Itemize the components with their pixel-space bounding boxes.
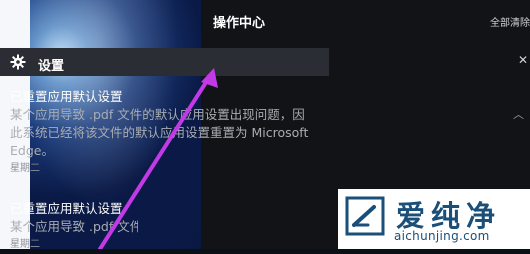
watermark-mark-icon xyxy=(345,196,385,236)
notification-time: 星期二 xyxy=(10,163,40,174)
clear-all-link[interactable]: 全部清除 xyxy=(490,14,530,29)
notification-item[interactable]: 已重置应用默认设置 某个应用导致 .pdf 文件 星期二 xyxy=(10,200,310,254)
close-icon[interactable]: ✕ xyxy=(518,53,528,67)
group-title: 设置 xyxy=(38,59,65,74)
notification-item[interactable]: 已重置应用默认设置 某个应用导致 .pdf 文件的默认应用设置出现问题，因此系统… xyxy=(10,88,310,178)
action-center-title: 操作中心 xyxy=(213,16,266,31)
gear-icon xyxy=(10,54,26,70)
watermark-logo: 爱纯净 aichunjing.com xyxy=(338,189,530,249)
notification-title: 已重置应用默认设置 xyxy=(10,89,123,104)
notification-time: 星期二 xyxy=(10,239,40,250)
chevron-up-icon[interactable]: ︿ xyxy=(513,106,524,122)
notification-body: 某个应用导致 .pdf 文件 xyxy=(10,219,138,234)
watermark-url: aichunjing.com xyxy=(394,229,490,243)
notification-title: 已重置应用默认设置 xyxy=(10,201,123,216)
notification-body: 某个应用导致 .pdf 文件的默认应用设置出现问题，因此系统已经将该文件的默认应… xyxy=(10,107,309,158)
